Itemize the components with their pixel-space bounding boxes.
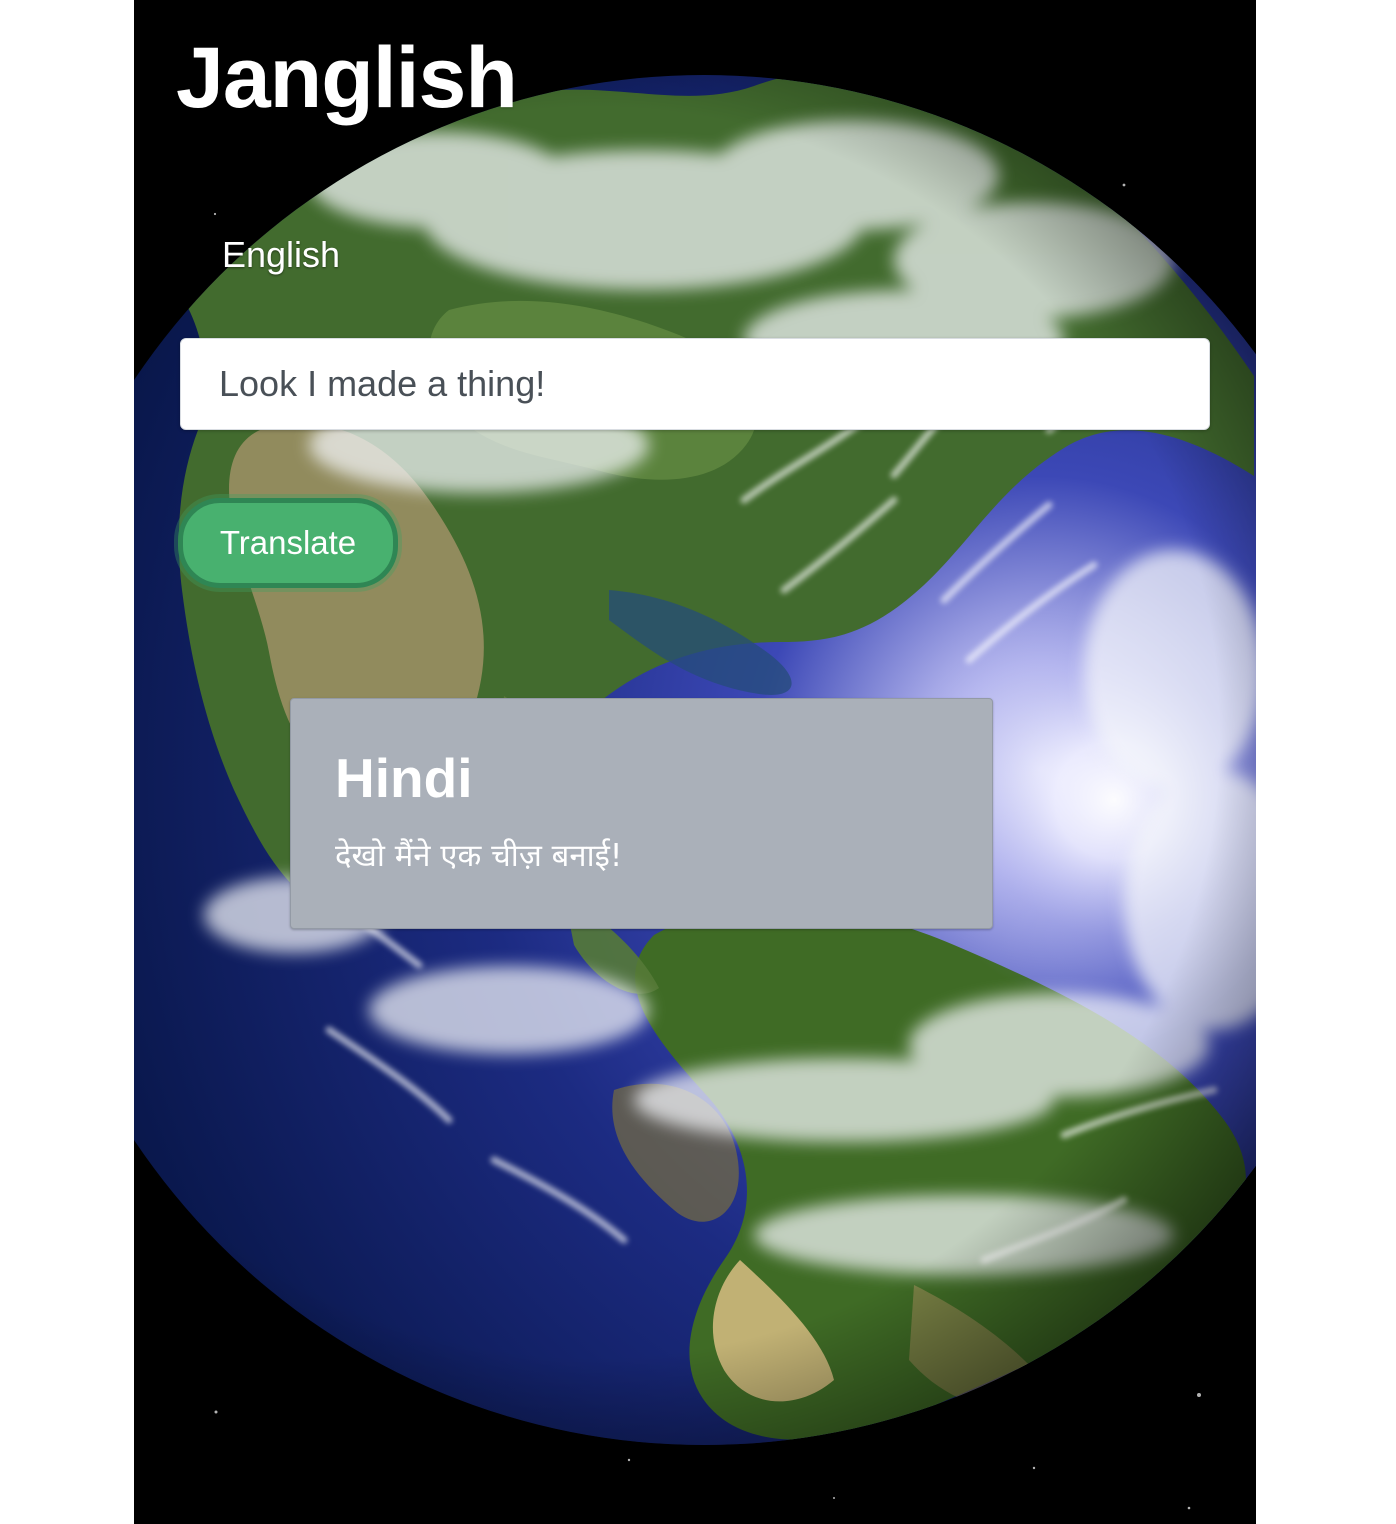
translation-result-card: Hindi देखो मैंने एक चीज़ बनाई! [290, 698, 993, 929]
app-title: Janglish [176, 30, 518, 126]
target-language-title: Hindi [335, 747, 473, 809]
translate-button[interactable]: Translate [178, 498, 398, 588]
janglish-app: Janglish English Translate Hindi देखो मै… [134, 0, 1256, 1524]
page: Janglish English Translate Hindi देखो मै… [0, 0, 1396, 1524]
source-language-label: English [222, 234, 341, 275]
translated-text: देखो मैंने एक चीज़ बनाई! [335, 838, 623, 874]
translation-input[interactable] [180, 338, 1210, 430]
